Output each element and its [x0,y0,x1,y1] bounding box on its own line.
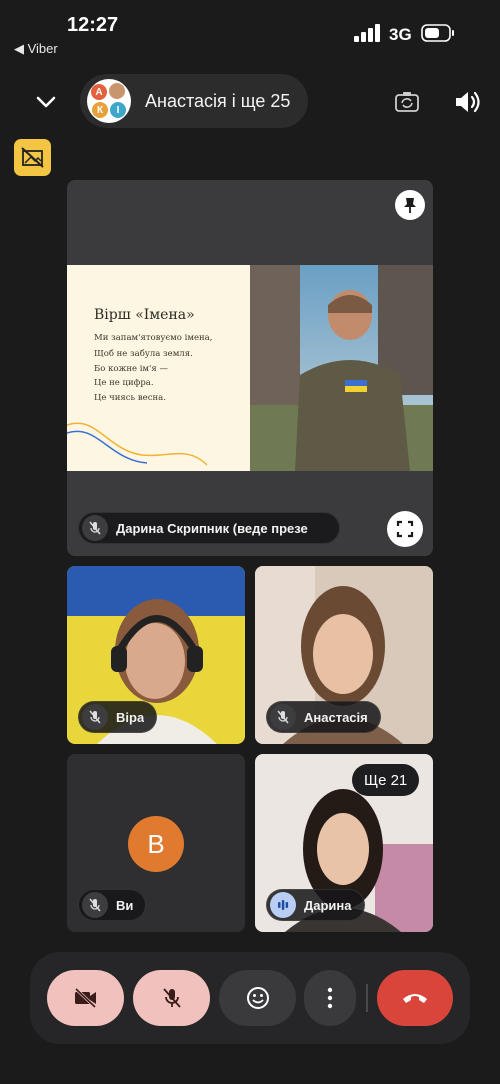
slide-line-1: Ми запам'ятовуємо імена, [94,333,213,343]
group-avatar: А К І [87,79,131,123]
mic-off-icon [82,515,108,541]
slide-photo-soldier [250,265,433,471]
slide-line-2: Щоб не забула земля. [94,349,193,359]
you-name-chip: Ви [78,889,147,921]
participant-name-you: Ви [116,897,134,913]
reactions-button[interactable] [219,970,296,1026]
back-to-app-link[interactable]: ◀ Viber [14,41,58,57]
participant-name-anastasia: Анастасія [304,709,368,725]
daryna-name-chip: Дарина [266,889,365,921]
fullscreen-icon[interactable] [387,511,423,547]
presenter-name: Дарина Скрипник (веде презе [116,520,308,536]
signal-icon [354,24,380,42]
call-title: Анастасія і ще 25 [145,91,291,111]
chevron-down-icon[interactable] [32,88,60,116]
vira-name-chip: Віра [78,701,158,733]
anastasia-name-chip: Анастасія [266,701,381,733]
slide-title: Вірш «Імена» [94,307,195,323]
switch-camera-icon[interactable] [393,88,421,116]
emoji-icon [246,987,269,1009]
avatar-letter-k: К [92,102,108,118]
slide-line-4: Це не цифра. [94,378,154,388]
controls-divider [366,984,368,1012]
hang-up-icon [403,994,427,1003]
end-call-button[interactable] [377,970,453,1026]
more-vertical-icon [327,987,333,1009]
video-off-icon [74,987,96,1009]
mic-off-icon [82,892,108,918]
network-type: 3G [389,25,412,44]
more-participants-badge[interactable]: Ще 21 [352,764,420,796]
slide-line-5: Це чиясь весна. [94,393,166,403]
mic-toggle-button[interactable] [133,970,210,1026]
participant-name-daryna: Дарина [304,897,352,913]
camera-toggle-button[interactable] [47,970,124,1026]
avatar-photo [109,83,125,99]
status-time: 12:27 [67,14,119,36]
video-off-notice-icon[interactable] [14,139,51,176]
speaker-icon[interactable] [452,88,482,116]
avatar-letter-a: А [91,84,107,100]
participant-name-vira: Віра [116,709,145,725]
mic-off-icon [162,988,181,1008]
avatar-letter-i: І [110,102,126,118]
speaking-icon [270,892,296,918]
avatar-you: В [128,816,184,872]
mic-off-icon [82,704,108,730]
more-options-button[interactable] [304,970,356,1026]
pin-icon[interactable] [395,190,425,220]
presenter-name-chip: Дарина Скрипник (веде презе [78,512,340,544]
mic-off-icon [270,704,296,730]
battery-icon [421,24,454,42]
slide-line-3: Бо кожне ім'я — [94,364,168,374]
